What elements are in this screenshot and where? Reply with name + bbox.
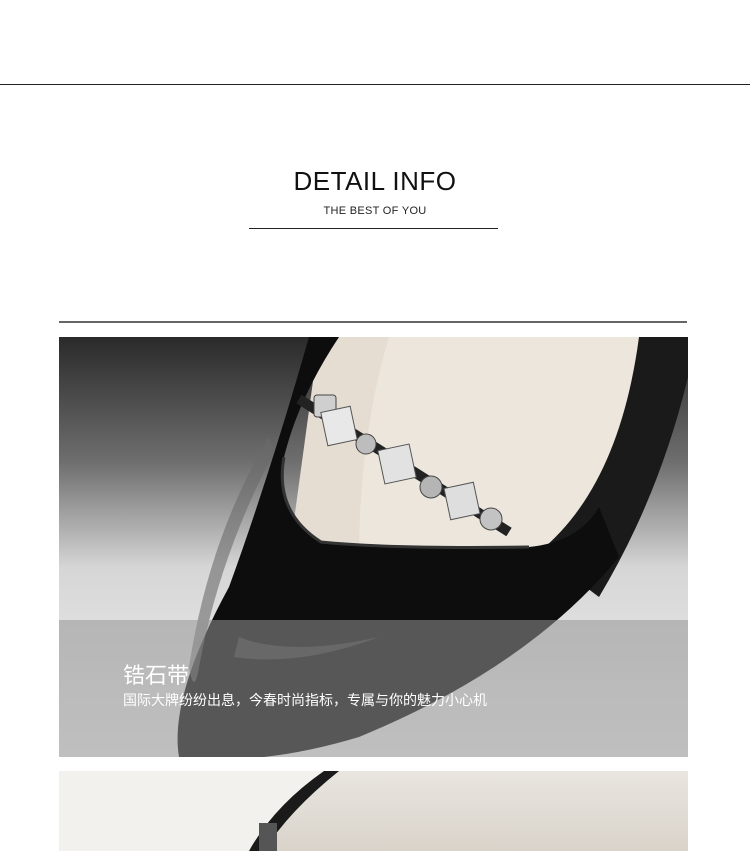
feature-caption-panel: 锆石带 国际大牌纷纷出息，今春时尚指标，专属与你的魅力小心机 bbox=[59, 620, 688, 757]
title-underline bbox=[249, 228, 498, 229]
section-subtitle: THE BEST OF YOU bbox=[323, 205, 427, 217]
shoe-illustration-partial bbox=[59, 771, 339, 851]
section-title: DETAIL INFO bbox=[293, 166, 457, 196]
top-divider bbox=[0, 84, 750, 85]
feature-description: 国际大牌纷纷出息，今春时尚指标，专属与你的魅力小心机 bbox=[123, 693, 487, 709]
product-photo-next bbox=[59, 771, 688, 851]
section-divider bbox=[59, 321, 687, 323]
feature-title: 锆石带 bbox=[123, 664, 190, 689]
